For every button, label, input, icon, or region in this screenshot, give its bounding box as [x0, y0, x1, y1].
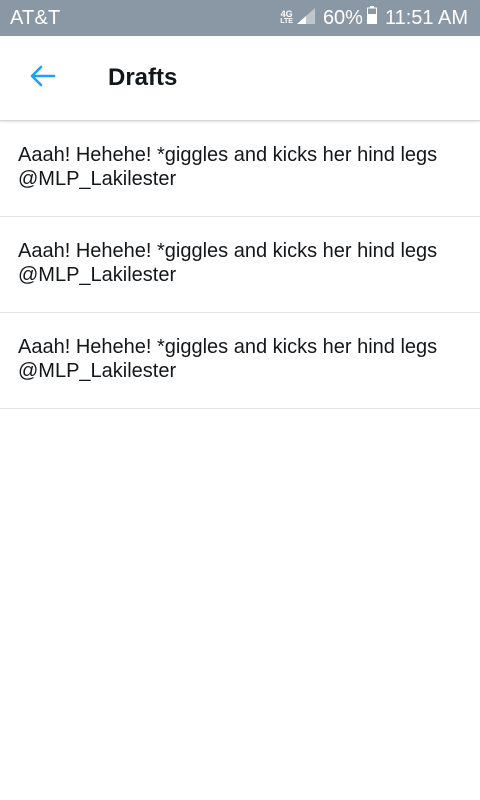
status-bar: AT&T 4G LTE 60% 11:51 AM: [0, 0, 480, 36]
draft-item[interactable]: Aaah! Hehehe! *giggles and kicks her hin…: [0, 217, 480, 313]
arrow-left-icon: [28, 64, 56, 93]
clock: 11:51 AM: [384, 6, 468, 29]
draft-text: Aaah! Hehehe! *giggles and kicks her hin…: [18, 240, 438, 262]
carrier-name: AT&T: [10, 6, 61, 29]
signal-icon: [296, 7, 315, 30]
battery-icon: [366, 6, 377, 30]
draft-mention: @MLP_Lakilester: [18, 264, 177, 286]
draft-item[interactable]: Aaah! Hehehe! *giggles and kicks her hin…: [0, 121, 480, 217]
app-bar: Drafts: [0, 36, 480, 121]
drafts-list: Aaah! Hehehe! *giggles and kicks her hin…: [0, 121, 480, 409]
draft-text: Aaah! Hehehe! *giggles and kicks her hin…: [18, 144, 438, 166]
network-type: 4G: [280, 9, 293, 19]
battery-percent: 60%: [322, 6, 363, 29]
draft-text: Aaah! Hehehe! *giggles and kicks her hin…: [18, 336, 438, 358]
network-sub: LTE: [280, 18, 293, 25]
draft-item[interactable]: Aaah! Hehehe! *giggles and kicks her hin…: [0, 313, 480, 409]
page-title: Drafts: [108, 64, 178, 91]
back-button[interactable]: [16, 52, 68, 104]
draft-mention: @MLP_Lakilester: [18, 360, 177, 382]
draft-mention: @MLP_Lakilester: [18, 168, 177, 190]
status-icons: 4G LTE 60% 11:51 AM: [280, 6, 468, 30]
network-type-indicator: 4G LTE: [280, 10, 293, 26]
